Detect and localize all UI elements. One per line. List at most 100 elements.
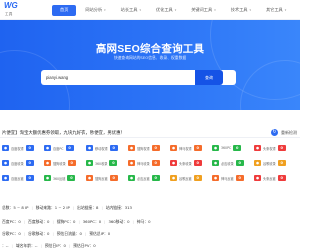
separator: |	[132, 219, 134, 224]
top-nav: WG 工具 首页 网站分析 ▾ 站长工具 ▾ 优化工具 ▾ 关键词工具 ▾ 技术工具 ▾ 其它工具 ▾	[0, 0, 300, 20]
separator: |	[31, 205, 33, 210]
separator: |	[52, 219, 54, 224]
search-input[interactable]	[44, 73, 194, 82]
metric-cell: ● 谷歌收录 0	[252, 159, 286, 167]
metric-value-badge[interactable]: 0	[193, 175, 202, 181]
metric-value-badge[interactable]: 0	[151, 145, 160, 151]
metric-value-badge[interactable]: 0	[235, 160, 244, 166]
metric-cell: ● 百度PC 0	[42, 144, 74, 152]
separator: |	[84, 231, 87, 236]
metric-label: 神马权重	[179, 146, 192, 151]
refresh-icon: ↻	[271, 129, 278, 136]
stat-item: 预估日PV：0	[73, 243, 96, 248]
site-logo[interactable]: WG 工具	[4, 2, 26, 18]
metric-value-badge[interactable]: 0	[151, 175, 160, 181]
site-title-text: 片便宜】淘宝大额优惠券领取，九块九好衣，秒便宜，男优惠！	[2, 131, 125, 136]
metric-label: 谷歌反链	[179, 176, 192, 181]
mobile-icon: ●	[86, 145, 93, 151]
metric-cell: ● 神马收录 0	[126, 159, 160, 167]
metrics-row: ● 百度权重 0 ● 百度PC 0 ● 移动权重 0 ● 搜狗权重 0 ● 神马权重 0 ● 360PC 0 ● 头条…	[0, 144, 300, 152]
separator: |	[101, 205, 103, 210]
metric-cell: ● 360PC 0	[210, 144, 242, 152]
nav-item-3[interactable]: 优化工具 ▾	[150, 5, 182, 16]
metric-cell: ● 360反链 0	[42, 174, 76, 182]
search-button[interactable]: 查询	[195, 70, 223, 85]
metric-cell: ● 神马权重 0	[168, 144, 202, 152]
chevron-down-icon: ▾	[214, 8, 216, 12]
refresh-button[interactable]: ↻ 重新检测	[271, 129, 297, 136]
metric-cell: ● 搜狗权重 0	[126, 144, 160, 152]
site-info-bar: 片便宜】淘宝大额优惠券领取，九块九好衣，秒便宜，男优惠！ ↻ 重新检测	[0, 128, 300, 138]
stat-item: 360PC：0	[82, 219, 102, 224]
metric-label: 头条权重	[263, 146, 276, 151]
sogou-icon: ●	[44, 160, 51, 166]
nav-item-2[interactable]: 站长工具 ▾	[115, 5, 147, 16]
sogou-icon: ●	[86, 175, 93, 181]
chevron-down-icon: ▾	[249, 8, 251, 12]
metric-cell: ● 百度收录 0	[0, 159, 34, 167]
metric-label: 搜狗权重	[137, 146, 150, 151]
metric-cell: ● 必应反链 0	[126, 174, 160, 182]
nav-item-4[interactable]: 关键词工具 ▾	[185, 5, 221, 16]
baidu-icon: ●	[2, 145, 9, 151]
metric-value-badge[interactable]: 0	[25, 145, 34, 151]
separator: |	[23, 219, 26, 224]
toutiao-icon: ●	[254, 175, 261, 181]
metric-value-badge[interactable]: 0	[193, 145, 202, 151]
metric-cell: ● 百度权重 0	[0, 144, 34, 152]
metric-label: 神马反链	[221, 176, 234, 181]
stat-item: 百度移动：0	[28, 219, 50, 224]
metric-value-badge[interactable]: 0	[151, 160, 160, 166]
metric-value-badge[interactable]: 0	[65, 145, 74, 151]
metric-value-badge[interactable]: 0	[67, 160, 76, 166]
metric-cell: ● 搜狗收录 0	[42, 159, 76, 167]
nav-item-5[interactable]: 技术工具 ▾	[225, 5, 257, 16]
metric-value-badge[interactable]: 0	[233, 145, 242, 151]
metric-value-badge[interactable]: 0	[277, 145, 286, 151]
nav-item-1[interactable]: 网站分析 ▾	[79, 5, 111, 16]
logo-sub: 工具	[5, 12, 13, 16]
separator: |	[68, 243, 71, 248]
baidu-icon: ●	[2, 160, 9, 166]
nav-item-label: 网站分析	[85, 7, 103, 12]
metric-value-badge[interactable]: 0	[235, 175, 244, 181]
metric-value-badge[interactable]: 0	[109, 175, 118, 181]
metric-value-badge[interactable]: 0	[193, 160, 202, 166]
nav-menu: 首页 网站分析 ▾ 站长工具 ▾ 优化工具 ▾ 关键词工具 ▾ 技术工具 ▾ 其它工具 ▾	[52, 2, 295, 18]
chevron-down-icon: ▾	[174, 8, 177, 12]
separator: |	[72, 205, 75, 210]
stat-item: 预估日IP：0	[44, 243, 66, 248]
metric-label: 移动权重	[95, 146, 108, 151]
stat-item: 谷歌PC：0	[2, 231, 21, 236]
chevron-down-icon: ▾	[139, 8, 141, 12]
metric-value-badge[interactable]: 0	[109, 145, 118, 151]
metric-value-badge[interactable]: 0	[25, 160, 34, 166]
metric-value-badge[interactable]: 0	[25, 175, 34, 181]
metrics-row: ● 百度反链 0 ● 360反链 0 ● 搜狗反链 0 ● 必应反链 0 ● 谷歌反链 0 ● 神马反链 0 ● 头条…	[0, 174, 300, 182]
chevron-down-icon: ▾	[284, 8, 287, 12]
nav-item-label: 首页	[60, 7, 69, 12]
chevron-down-icon: ▾	[104, 8, 106, 12]
metric-value-badge[interactable]: 0	[277, 160, 286, 166]
separator: |	[23, 231, 26, 236]
nav-item-0[interactable]: 首页	[52, 4, 77, 16]
stats-row: ：-- | 域名年龄：-- | 预估日IP：0 | 预估日PV：0	[2, 243, 302, 249]
metric-value-badge[interactable]: 0	[67, 175, 76, 181]
metric-label: 必应反链	[137, 176, 150, 181]
baidu-icon: ●	[44, 145, 51, 151]
nav-item-6[interactable]: 其它工具 ▾	[260, 5, 292, 16]
page-subtitle: 快速查询网站的SEO信息、收录、权重数据	[113, 55, 187, 60]
nav-item-label: 技术工具	[230, 7, 248, 12]
nav-item-label: 其它工具	[265, 7, 283, 12]
metrics-row: ● 百度收录 0 ● 搜狗收录 0 ● 360收录 0 ● 神马收录 0 ● 头条收录 0 ● 必应收录 0 ● 谷歌…	[0, 159, 300, 167]
stat-item: 预估日流量：0	[56, 231, 82, 236]
stats-row: 总数：5 ~ 8 IP | 移动来路：1 ~ 2 IP | 出站链接：8 | 站内链接：31…	[2, 205, 302, 211]
stat-item: 站内链接：313	[105, 205, 132, 210]
bing-icon: ●	[212, 160, 219, 166]
metric-value-badge[interactable]: 0	[109, 160, 118, 166]
metric-cell: ● 移动权重 0	[84, 144, 118, 152]
stat-item: ：--	[2, 243, 9, 248]
metric-value-badge[interactable]: 0	[277, 175, 286, 181]
metric-cell: ● 谷歌反链 0	[168, 174, 202, 182]
toutiao-icon: ●	[170, 160, 177, 166]
